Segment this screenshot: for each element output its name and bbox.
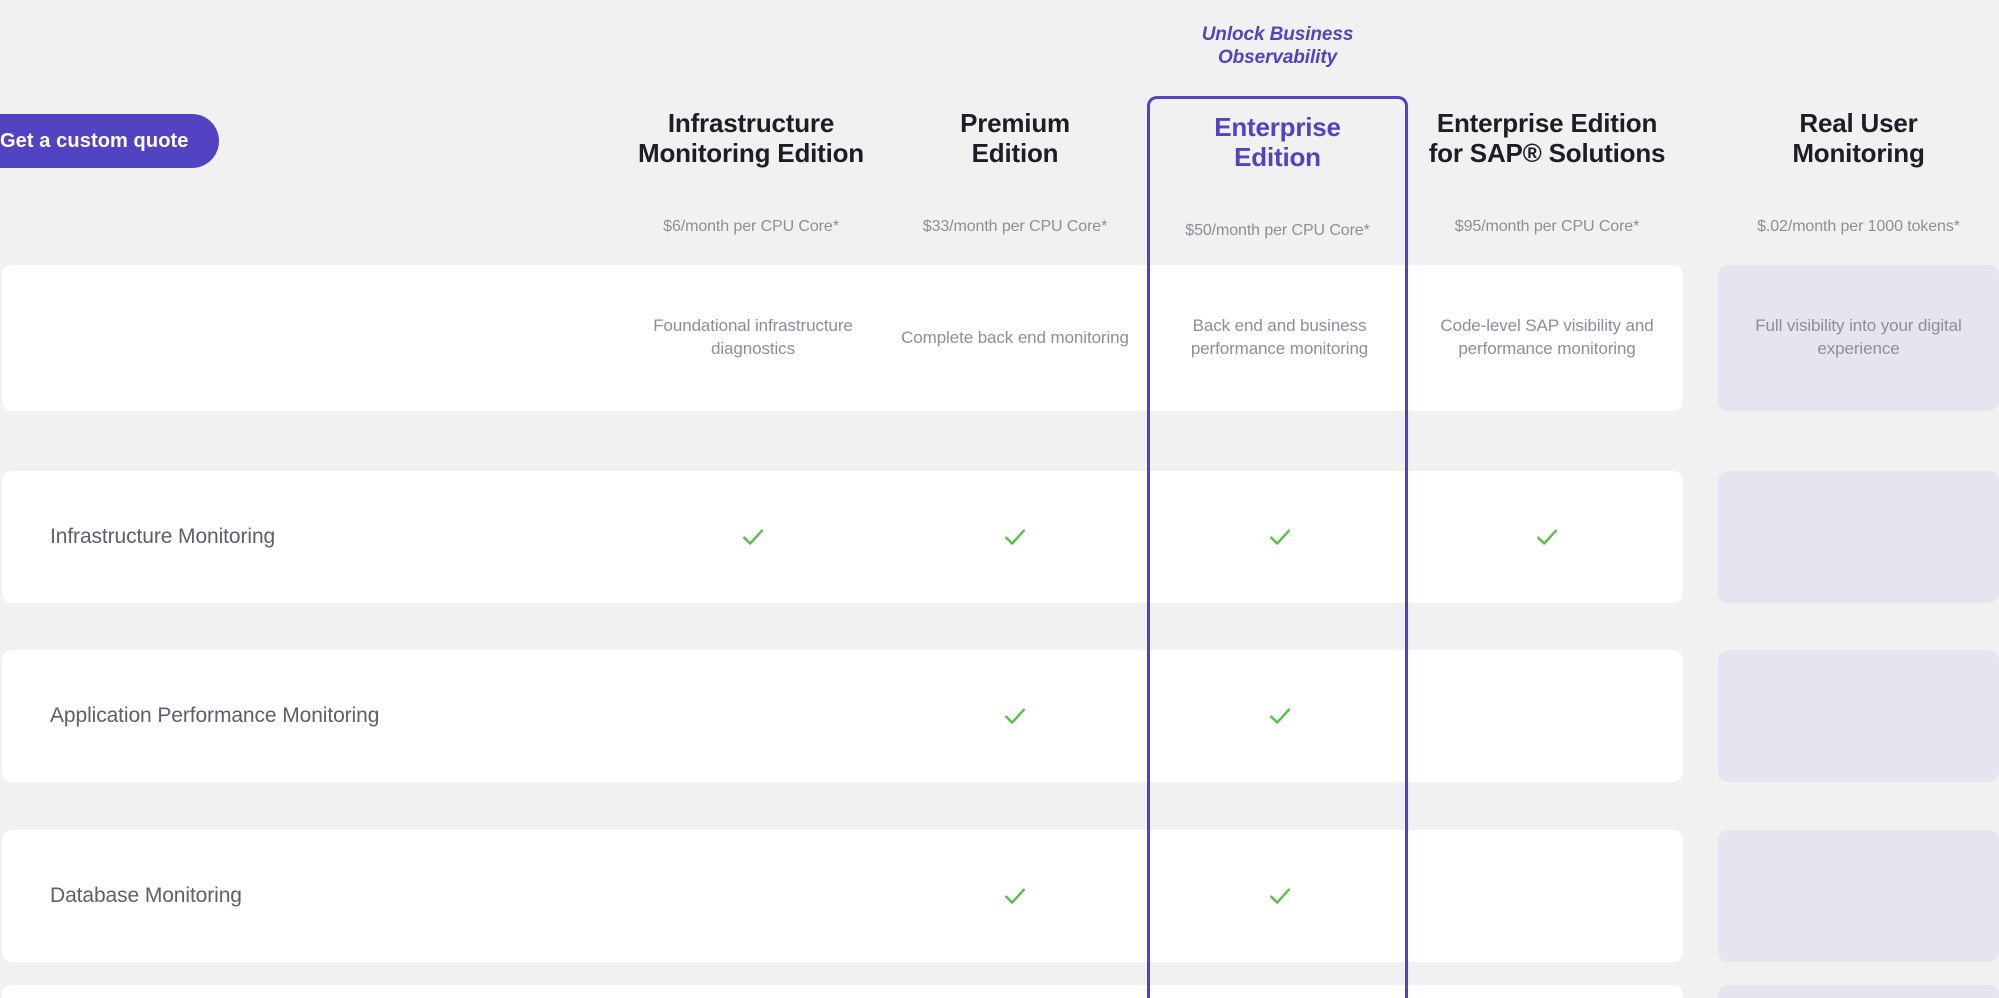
check-icon [1001,882,1029,910]
column-title: Enterprise Edition for SAP® Solutions [1409,108,1685,168]
column-title-line1: Premium [960,108,1070,138]
cell-check [1149,471,1410,603]
column-title-line2: Edition [1234,142,1321,172]
column-price: $.02/month per 1000 tokens* [1718,218,1999,236]
column-title: Enterprise Edition [1147,112,1408,172]
column-title: Infrastructure Monitoring Edition [601,108,901,168]
check-icon [1001,702,1029,730]
column-title-line2: for SAP® Solutions [1429,138,1666,168]
cell-check [882,830,1148,962]
description-text: Back end and business performance monito… [1149,315,1410,361]
promo-badge: Unlock Business Observability [1147,24,1408,70]
table-row [2,985,1683,998]
rum-cell [1718,650,1999,782]
cell-check [1149,650,1410,782]
cell-description-enterprise-edition-for-sap-solutions: Code-level SAP visibility and performanc… [1411,265,1683,411]
column-title-line2: Monitoring [1792,138,1924,168]
table-row: Application Performance Monitoring [2,650,1683,782]
column-price: $50/month per CPU Core* [1147,222,1408,240]
description-text: Foundational infrastructure diagnostics [601,315,905,361]
description-text: Code-level SAP visibility and performanc… [1411,315,1683,361]
cell-check [882,471,1148,603]
cell-check [1149,830,1410,962]
column-title-line2: Monitoring Edition [638,138,864,168]
column-title-line1: Enterprise [1214,112,1341,142]
get-custom-quote-button[interactable]: Get a custom quote [0,114,219,168]
feature-label: Database Monitoring [50,884,242,908]
cell-description-enterprise-edition: Back end and business performance monito… [1149,265,1410,411]
rum-cell [1718,985,1999,998]
column-header-premium-edition: Premium Edition $33/month per CPU Core* [882,0,1148,258]
cell-description-premium-edition: Complete back end monitoring [882,265,1148,411]
pricing-comparison-page: Get a custom quote Infrastructure Monito… [0,0,1999,998]
table-row: Database Monitoring [2,830,1683,962]
check-icon [1001,523,1029,551]
cell-check [882,650,1148,782]
column-header-real-user-monitoring: Real User Monitoring $.02/month per 1000… [1718,0,1999,258]
column-title-line2: Edition [972,138,1059,168]
column-title: Premium Edition [882,108,1148,168]
feature-label: Infrastructure Monitoring [50,525,275,549]
rum-cell [1718,830,1999,962]
description-text: Complete back end monitoring [889,327,1141,350]
column-price: $95/month per CPU Core* [1409,218,1685,236]
column-price: $6/month per CPU Core* [601,218,901,236]
description-row: Foundational infrastructure diagnostics … [2,265,1683,411]
cell-check [1411,471,1683,603]
column-header-enterprise-edition: Unlock Business Observability Enterprise… [1147,0,1408,258]
cell-check [601,471,905,603]
comparison-header: Get a custom quote Infrastructure Monito… [0,0,1999,258]
check-icon [739,523,767,551]
column-title-line1: Enterprise Edition [1437,108,1657,138]
cell-description-infrastructure-monitoring-edition: Foundational infrastructure diagnostics [601,265,905,411]
rum-cell [1718,471,1999,603]
column-header-infrastructure-monitoring-edition: Infrastructure Monitoring Edition $6/mon… [601,0,901,258]
feature-label: Application Performance Monitoring [50,704,379,728]
column-title-line1: Infrastructure [668,108,834,138]
check-icon [1266,702,1294,730]
check-icon [1266,523,1294,551]
rum-description-card: Full visibility into your digital experi… [1718,265,1999,411]
promo-line2: Observability [1218,47,1337,68]
column-title-line1: Real User [1799,108,1917,138]
description-text: Full visibility into your digital experi… [1718,315,1999,361]
column-header-enterprise-edition-for-sap-solutions: Enterprise Edition for SAP® Solutions $9… [1409,0,1685,258]
table-row: Infrastructure Monitoring [2,471,1683,603]
column-title: Real User Monitoring [1718,108,1999,168]
check-icon [1533,523,1561,551]
check-icon [1266,882,1294,910]
column-price: $33/month per CPU Core* [882,218,1148,236]
promo-line1: Unlock Business [1202,24,1354,45]
